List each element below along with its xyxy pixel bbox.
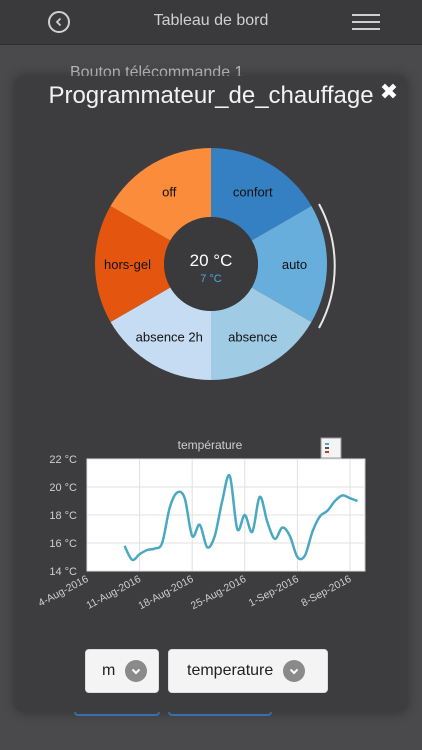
menu-icon[interactable] bbox=[352, 14, 380, 30]
mode-dropdown-value: m bbox=[102, 662, 116, 679]
y-tick-label: 14 °C bbox=[49, 566, 77, 578]
y-tick-label: 20 °C bbox=[49, 482, 77, 494]
x-tick-label: 11-Aug-2016 bbox=[84, 573, 143, 612]
x-tick-label: 18-Aug-2016 bbox=[136, 573, 195, 612]
x-tick-label: 8-Sep-2016 bbox=[299, 573, 353, 609]
top-bar: Tableau de bord bbox=[0, 0, 422, 45]
chart-legend bbox=[320, 437, 342, 459]
mode-dropdown[interactable]: m bbox=[85, 649, 159, 693]
chevron-down-icon bbox=[283, 660, 306, 682]
x-tick-label: 25-Aug-2016 bbox=[189, 573, 248, 612]
x-tick-label: 4-Aug-2016 bbox=[36, 573, 90, 609]
y-tick-label: 18 °C bbox=[49, 510, 77, 522]
series-dropdown-value: temperature bbox=[187, 662, 274, 679]
temperature-chart: 22 °C 20 °C 18 °C 16 °C 14 °C 4-Aug-201611-A… bbox=[36, 437, 366, 612]
series-dropdown[interactable]: temperature bbox=[168, 649, 328, 693]
chevron-down-icon bbox=[125, 660, 148, 682]
y-tick-label: 22 °C bbox=[49, 454, 77, 466]
x-tick-label: 1-Sep-2016 bbox=[247, 573, 301, 609]
heating-programmer-modal: Programmateur_de_chauffage ✖ confort auto… bbox=[15, 76, 407, 712]
y-tick-label: 16 °C bbox=[49, 538, 77, 550]
